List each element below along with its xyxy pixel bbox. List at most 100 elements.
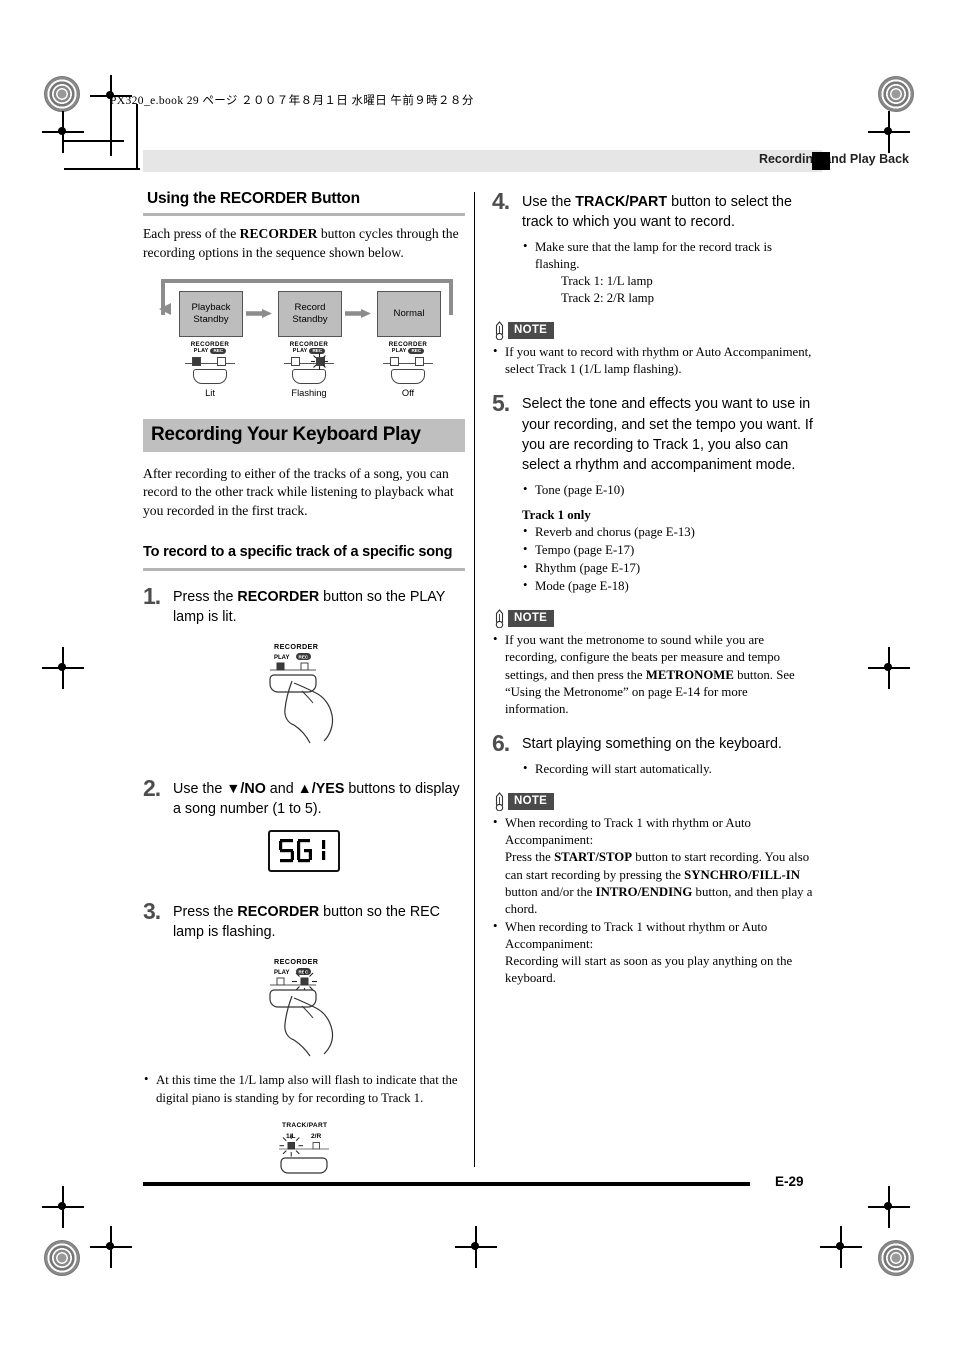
page-title: Recording Your Keyboard Play [143,418,465,452]
recorder-label: RECORDER [289,340,329,348]
step-2-text: Use the ▼/NO and ▲/YES buttons to displa… [173,781,460,818]
running-head-band [143,150,822,172]
track-1-only-label: Track 1 only [522,507,591,522]
step-4-bullets: Make sure that the lamp for the record t… [522,238,814,308]
step-2-illustration [143,829,465,872]
recorder-button-shape [391,369,425,385]
crop-mark-top-left [42,111,84,153]
step-3-bullets: At this time the 1/L lamp also will flas… [143,1071,465,1106]
step-6-bullets: Recording will start automatically. [522,760,814,778]
list-item: If you want to record with rhythm or Aut… [492,343,814,378]
box-label-line1: Playback [191,301,231,313]
step-2: 2. Use the ▼/NO and ▲/YES buttons to dis… [143,777,465,820]
list-item: Mode (page E-18) [522,577,814,595]
box-label-line2: Standby [292,313,328,325]
crop-mark-bottom-right [868,1186,910,1228]
note-3-bullets: When recording to Track 1 with rhythm or… [492,814,814,988]
crop-line-left [64,140,124,142]
play-lamp-indicator [192,357,201,367]
play-label: PLAY [193,347,209,354]
list-item: Reverb and chorus (page E-13) [522,523,814,541]
right-column: 4. Use the TRACK/PART button to select t… [492,190,814,994]
diagram-box-normal: Normal [377,290,441,337]
track-1-lamp-line: Track 1: 1/L lamp [561,273,653,288]
rec-label: REC [408,347,425,355]
step-3-illustration: RECORDER PLAY REC [143,952,465,1060]
registration-dot-top-right [878,76,914,112]
procedure-heading: To record to a specific track of a speci… [143,543,453,560]
track-1-only-bullets: Reverb and chorus (page E-13) Tempo (pag… [522,523,814,596]
rec-lamp-indicator [217,357,226,367]
recorder-button-shape [193,369,227,385]
step-6-text: Start playing something on the keyboard. [522,736,782,753]
bullet-text: Make sure that the lamp for the record t… [535,239,773,271]
step-1-number: 1. [143,582,161,609]
list-item: At this time the 1/L lamp also will flas… [143,1071,465,1106]
step-5-number: 5. [492,390,510,417]
list-item: When recording to Track 1 without rhythm… [492,918,814,988]
diagram-box-record-standby: Record Standby [278,290,342,337]
step-2-number: 2. [143,775,161,802]
note-box-2: NOTE If you want the metronome to sound … [492,609,814,718]
running-head-marker [812,152,830,170]
page-number: E-29 [775,1174,804,1189]
registration-dot-bottom-left [44,1240,80,1276]
step-3-number: 3. [143,897,161,924]
left-column: Using the RECORDER Button Each press of … [143,190,465,1179]
step-4: 4. Use the TRACK/PART button to select t… [492,190,814,233]
track-part-button-icon: TRACK/PART 1/L 2/R [279,1122,329,1174]
list-item: When recording to Track 1 with rhythm or… [492,814,814,918]
step-5-text: Select the tone and effects you want to … [522,396,813,474]
recorder-cycle-diagram: Playback Standby Record Standby Normal R… [153,275,453,398]
step-1-illustration: RECORDER PLAY REC [143,637,465,747]
list-item: Rhythm (page E-17) [522,559,814,577]
step-6-number: 6. [492,730,510,757]
recorder-button-shape [292,369,326,385]
pencil-icon [495,792,504,812]
diagram-arrow-2-icon [345,308,371,318]
crop-mark-bottom-left-inner [90,1226,132,1268]
note-box-3: NOTE When recording to Track 1 with rhyt… [492,792,814,987]
crop-line-left2 [64,168,140,170]
note-label: NOTE [508,610,555,628]
lamp-state-caption: Off [401,388,415,399]
crop-mark-mid-right [868,647,910,689]
lamp-group-flashing: RECORDER PLAY REC Flashing [278,340,340,399]
pencil-icon [495,609,504,629]
step-6: 6. Start playing something on the keyboa… [492,732,814,755]
section-rule [143,213,465,216]
main-intro-text: After recording to either of the tracks … [143,465,454,519]
recorder-label: RECORDER [388,340,428,348]
box-label-line2: Standby [193,313,229,325]
rec-lamp-indicator [415,357,424,367]
crop-line-top [110,104,112,156]
note-label: NOTE [508,322,555,340]
step-1-text: Press the RECORDER button so the PLAY la… [173,588,446,625]
svg-text:RECORDER: RECORDER [274,957,319,966]
crop-mark-bottom-center [455,1226,497,1268]
book-info-stamp: PX320_e.book 29 ページ ２００７年８月１日 水曜日 午前９時２８… [110,95,474,107]
lamp-group-lit: RECORDER PLAY REC Lit [179,341,241,398]
step-3-text: Press the RECORDER button so the REC lam… [173,903,441,941]
list-item: Make sure that the lamp for the record t… [522,238,814,308]
column-divider [474,192,475,1167]
diagram-loop-arrow-icon [159,302,171,315]
svg-text:PLAY: PLAY [274,655,289,661]
procedure-rule [143,567,465,571]
lcd-seven-segment-value-icon [279,838,326,862]
crop-mark-mid-left [42,647,84,689]
section-title-recorder-button: Using the RECORDER Button [147,190,360,207]
svg-text:RECORDER: RECORDER [274,642,319,651]
list-item: If you want the metronome to sound while… [492,631,814,718]
rec-label: REC [210,347,227,355]
registration-dot-top-left [44,76,80,112]
list-item: Recording will start automatically. [522,760,814,778]
svg-text:2/R: 2/R [311,1133,321,1140]
note-label: NOTE [508,793,555,811]
diagram-arrow-1-icon [246,308,272,318]
lamp-state-caption: Flashing [291,388,327,399]
box-label-line1: Record [294,301,326,313]
note-2-bullets: If you want the metronome to sound while… [492,631,814,718]
svg-text:PLAY: PLAY [274,970,289,976]
list-item: Tempo (page E-17) [522,541,814,559]
